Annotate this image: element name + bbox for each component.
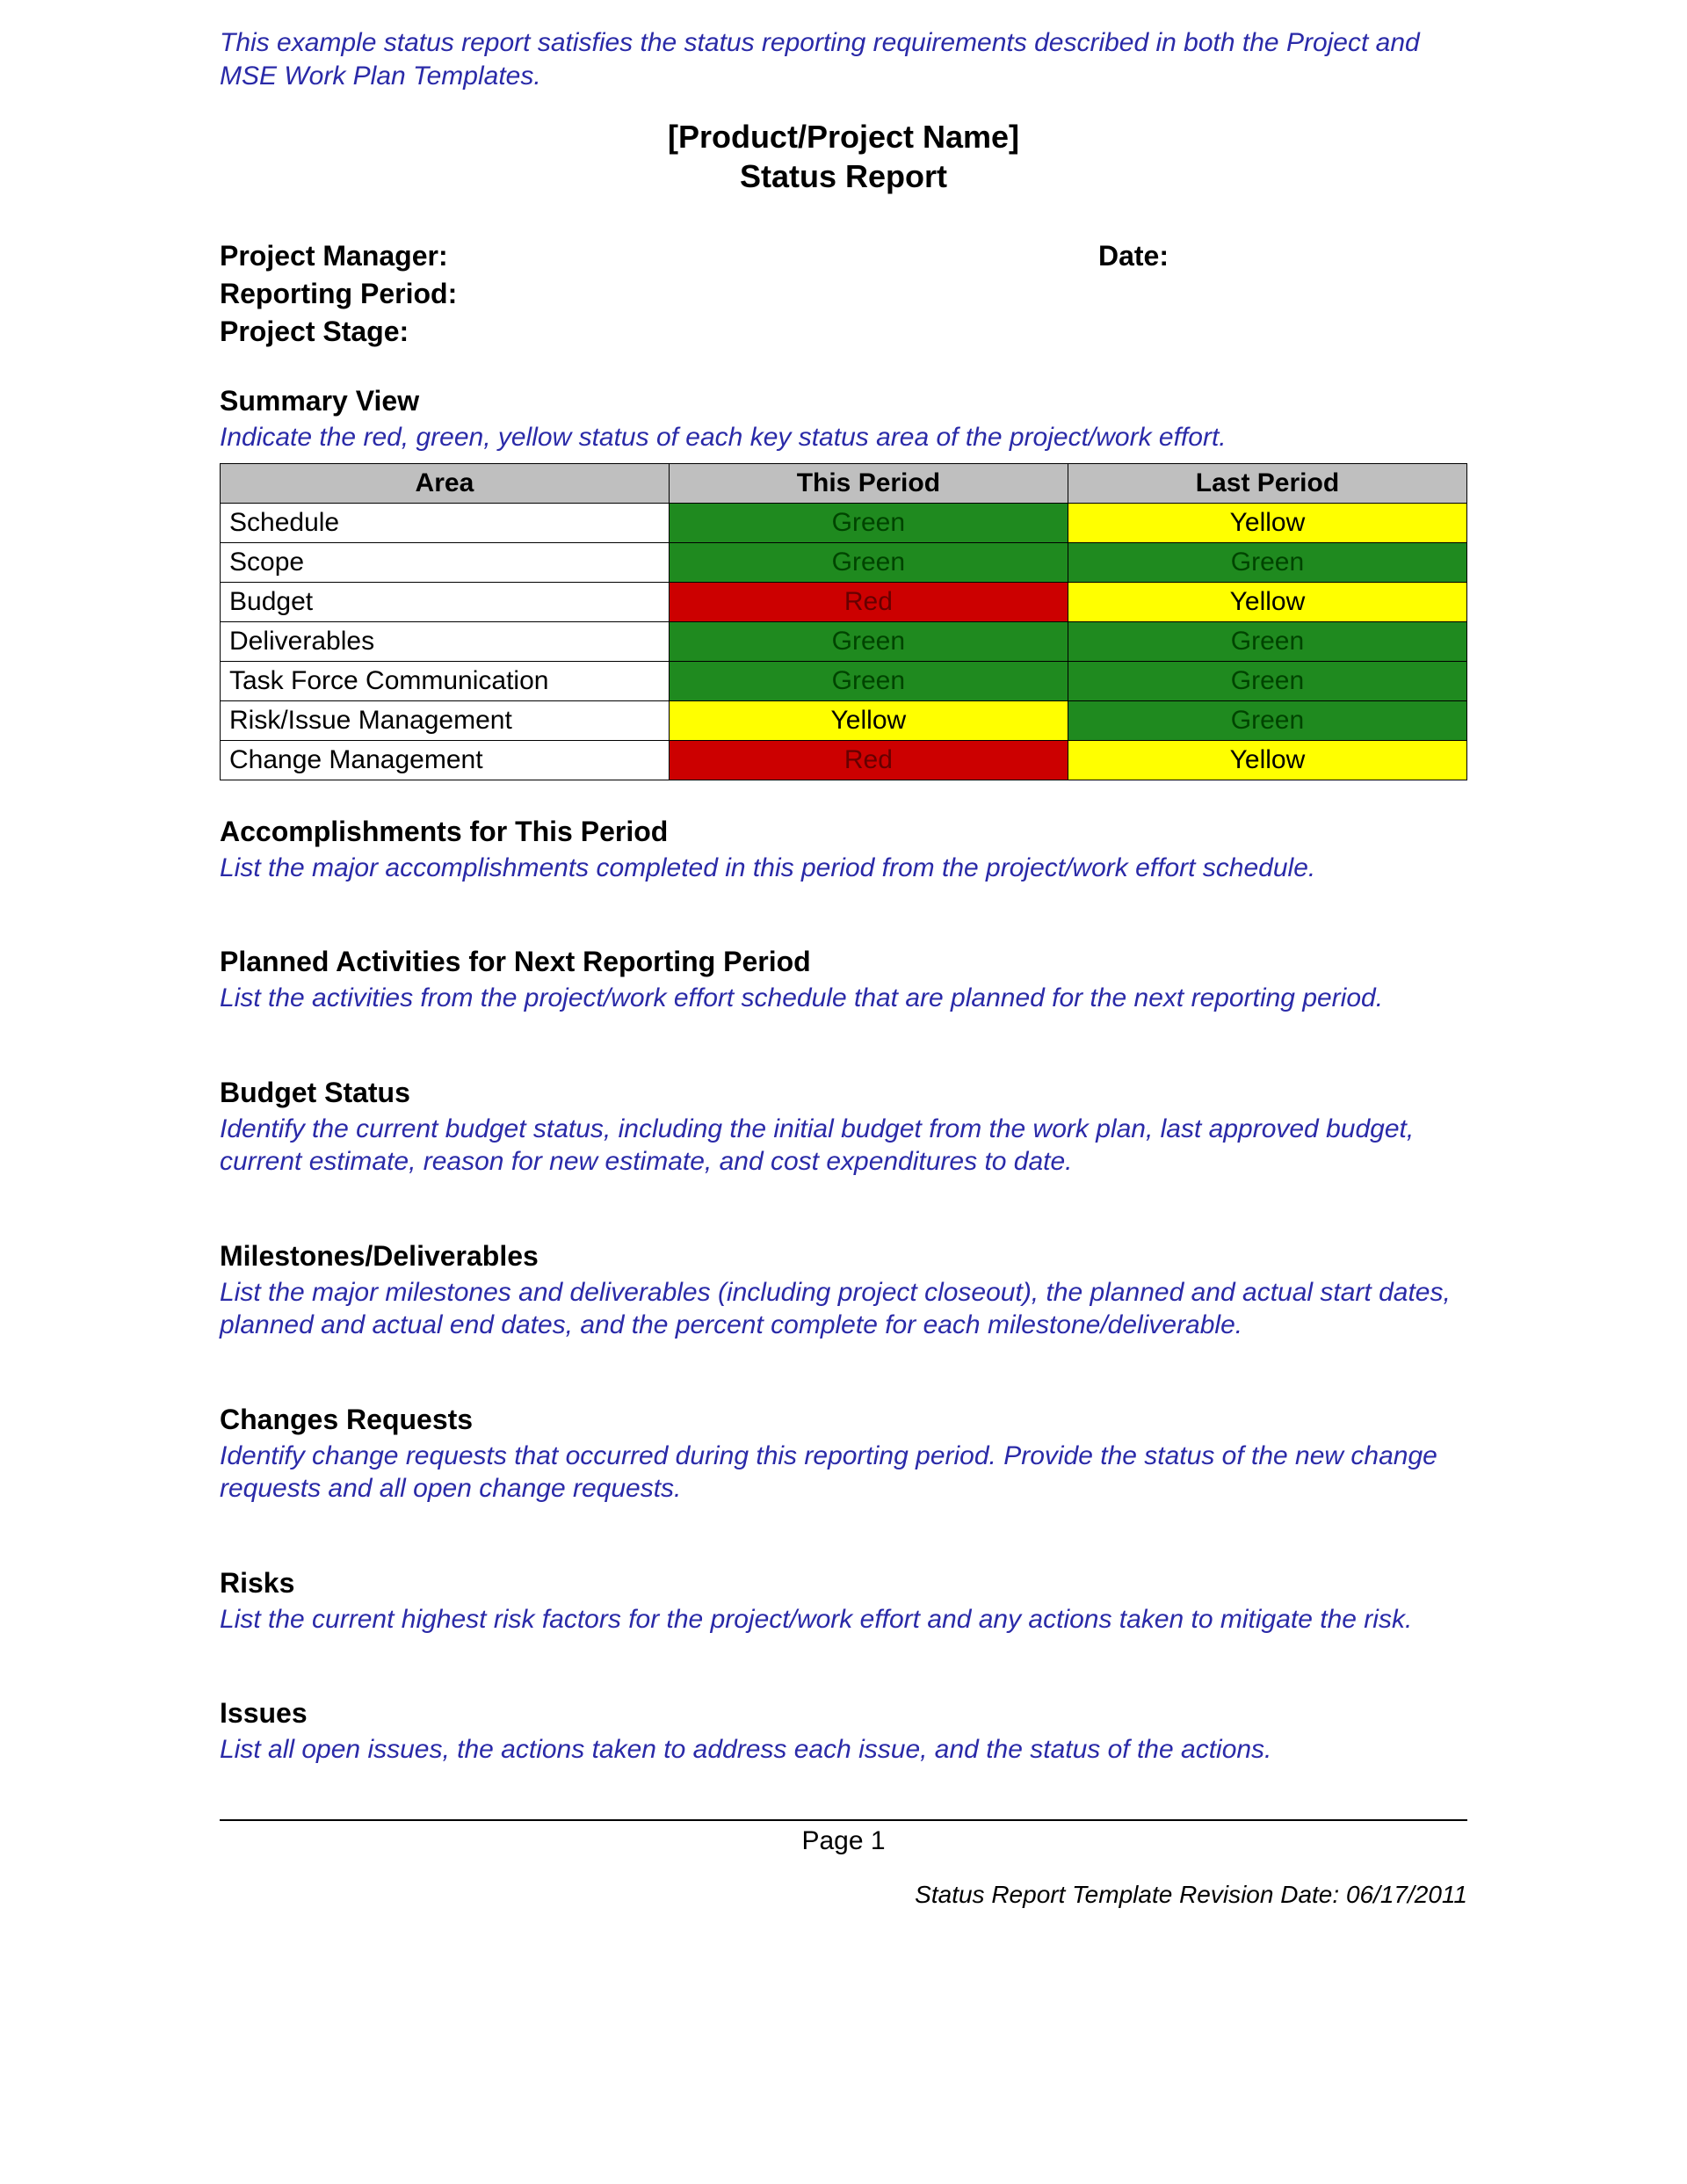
intro-note: This example status report satisfies the…	[220, 26, 1467, 92]
budget-status-section: Budget Status Identify the current budge…	[220, 1077, 1467, 1179]
status-last-period-cell: Yellow	[1068, 503, 1466, 542]
status-table-row: ScopeGreenGreen	[221, 542, 1467, 582]
page-number: Page 1	[220, 1826, 1467, 1856]
reporting-period-label: Reporting Period:	[220, 278, 457, 310]
milestones-instructions: List the major milestones and deliverabl…	[220, 1276, 1467, 1342]
summary-view-heading: Summary View	[220, 385, 1467, 417]
status-this-period-cell: Red	[669, 740, 1068, 780]
status-area-cell: Budget	[221, 582, 670, 621]
status-table-header-row: Area This Period Last Period	[221, 463, 1467, 503]
milestones-heading: Milestones/Deliverables	[220, 1240, 1467, 1273]
status-table-row: ScheduleGreenYellow	[221, 503, 1467, 542]
status-area-cell: Schedule	[221, 503, 670, 542]
accomplishments-heading: Accomplishments for This Period	[220, 816, 1467, 848]
title-line-1: [Product/Project Name]	[220, 117, 1467, 156]
status-this-period-cell: Green	[669, 503, 1068, 542]
changes-section: Changes Requests Identify change request…	[220, 1404, 1467, 1506]
footer-divider	[220, 1819, 1467, 1821]
milestones-section: Milestones/Deliverables List the major m…	[220, 1240, 1467, 1342]
accomplishments-section: Accomplishments for This Period List the…	[220, 816, 1467, 885]
status-table-row: Risk/Issue ManagementYellowGreen	[221, 700, 1467, 740]
title-line-2: Status Report	[220, 156, 1467, 196]
status-this-period-cell: Green	[669, 542, 1068, 582]
status-last-period-cell: Yellow	[1068, 582, 1466, 621]
status-this-period-cell: Green	[669, 661, 1068, 700]
budget-status-instructions: Identify the current budget status, incl…	[220, 1113, 1467, 1179]
status-last-period-cell: Green	[1068, 700, 1466, 740]
status-table-row: DeliverablesGreenGreen	[221, 621, 1467, 661]
risks-heading: Risks	[220, 1567, 1467, 1600]
project-manager-label: Project Manager:	[220, 240, 448, 272]
status-last-period-cell: Green	[1068, 621, 1466, 661]
summary-view-instructions: Indicate the red, green, yellow status o…	[220, 421, 1467, 454]
planned-activities-instructions: List the activities from the project/wor…	[220, 982, 1467, 1015]
meta-block: Project Manager: Date: Reporting Period:…	[220, 240, 1467, 348]
col-this-period: This Period	[669, 463, 1068, 503]
issues-heading: Issues	[220, 1697, 1467, 1730]
summary-view-section: Summary View Indicate the red, green, ye…	[220, 385, 1467, 780]
status-table-row: Change ManagementRedYellow	[221, 740, 1467, 780]
issues-instructions: List all open issues, the actions taken …	[220, 1733, 1467, 1767]
risks-instructions: List the current highest risk factors fo…	[220, 1603, 1467, 1636]
status-last-period-cell: Green	[1068, 661, 1466, 700]
status-last-period-cell: Green	[1068, 542, 1466, 582]
status-this-period-cell: Green	[669, 621, 1068, 661]
status-last-period-cell: Yellow	[1068, 740, 1466, 780]
status-area-cell: Task Force Communication	[221, 661, 670, 700]
status-table-row: Task Force CommunicationGreenGreen	[221, 661, 1467, 700]
changes-instructions: Identify change requests that occurred d…	[220, 1440, 1467, 1506]
col-area: Area	[221, 463, 670, 503]
status-table-row: BudgetRedYellow	[221, 582, 1467, 621]
status-area-cell: Scope	[221, 542, 670, 582]
status-report-page: This example status report satisfies the…	[0, 0, 1687, 2184]
status-area-cell: Change Management	[221, 740, 670, 780]
accomplishments-instructions: List the major accomplishments completed…	[220, 852, 1467, 885]
col-last-period: Last Period	[1068, 463, 1466, 503]
title-block: [Product/Project Name] Status Report	[220, 117, 1467, 196]
changes-heading: Changes Requests	[220, 1404, 1467, 1436]
planned-activities-heading: Planned Activities for Next Reporting Pe…	[220, 946, 1467, 978]
status-area-cell: Deliverables	[221, 621, 670, 661]
status-area-cell: Risk/Issue Management	[221, 700, 670, 740]
status-table: Area This Period Last Period ScheduleGre…	[220, 463, 1467, 780]
planned-activities-section: Planned Activities for Next Reporting Pe…	[220, 946, 1467, 1015]
project-stage-label: Project Stage:	[220, 316, 409, 348]
revision-date: Status Report Template Revision Date: 06…	[220, 1881, 1467, 1909]
budget-status-heading: Budget Status	[220, 1077, 1467, 1109]
issues-section: Issues List all open issues, the actions…	[220, 1697, 1467, 1767]
date-label: Date:	[1098, 240, 1169, 272]
status-this-period-cell: Red	[669, 582, 1068, 621]
risks-section: Risks List the current highest risk fact…	[220, 1567, 1467, 1636]
status-this-period-cell: Yellow	[669, 700, 1068, 740]
